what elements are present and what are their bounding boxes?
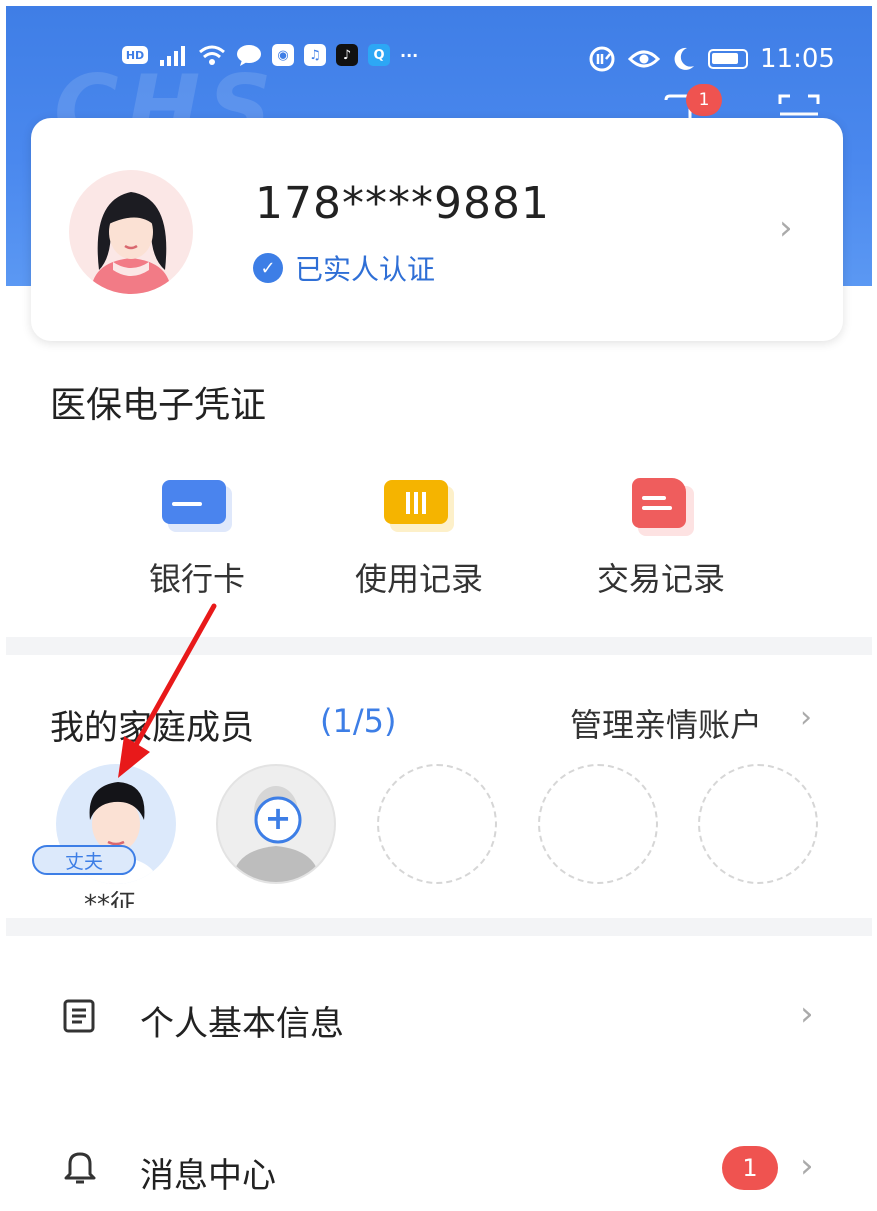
usage-record-icon <box>384 476 454 534</box>
row-chevron-icon: › <box>800 1146 814 1186</box>
menu-item-message-center[interactable]: 消息中心 1 › <box>0 1128 877 1208</box>
member-name: **征 <box>84 890 137 908</box>
status-time: 11:05 <box>760 44 835 74</box>
add-family-member-button[interactable]: + <box>216 764 336 884</box>
chat-bubble-icon <box>237 45 261 66</box>
transaction-record-icon <box>626 476 696 536</box>
verified-status: ✓ 已实人认证 <box>253 248 435 288</box>
empty-member-slot[interactable] <box>698 764 818 884</box>
relation-tag: 丈夫 <box>32 845 136 875</box>
battery-icon <box>708 49 748 69</box>
row-chevron-icon: › <box>800 994 814 1034</box>
service-label: 交易记录 <box>596 560 725 598</box>
service-label: 银行卡 <box>148 560 245 598</box>
phone-number: 178****9881 <box>255 178 550 229</box>
menu-item-label: 个人基本信息 <box>140 1004 344 1044</box>
voucher-section-title: 医保电子凭证 <box>50 385 267 426</box>
service-label: 使用记录 <box>354 560 483 598</box>
bank-card-icon <box>162 476 232 534</box>
manage-family-link[interactable]: 管理亲情账户 <box>570 700 762 746</box>
profile-chevron-icon: › <box>779 208 793 248</box>
plus-icon: + <box>264 799 292 837</box>
message-badge: 1 <box>686 84 722 116</box>
profile-card[interactable]: 178****9881 ✓ 已实人认证 › <box>31 118 843 341</box>
family-section-title: 我的家庭成员 <box>50 708 254 748</box>
message-count-badge: 1 <box>722 1146 778 1190</box>
empty-member-slot[interactable] <box>377 764 497 884</box>
tiktok-app-icon: ♪ <box>336 44 358 66</box>
manage-chevron-icon: › <box>800 700 812 735</box>
family-count: (1/5) <box>320 702 397 740</box>
service-usage-record[interactable]: 使用记录 <box>334 476 504 600</box>
empty-member-slot[interactable] <box>538 764 658 884</box>
menu-item-personal-info[interactable]: 个人基本信息 › <box>0 978 877 1058</box>
eye-icon <box>628 50 660 68</box>
music-app-icon: ♫ <box>304 44 326 66</box>
status-bar: HD ◉ ♫ ♪ Q ··· 11:05 <box>6 44 872 76</box>
data-usage-icon <box>589 46 615 72</box>
search-app-icon: Q <box>368 44 390 66</box>
service-bank-card[interactable]: 银行卡 <box>112 476 282 600</box>
service-transaction-record[interactable]: 交易记录 <box>576 476 746 600</box>
moon-icon <box>674 47 694 70</box>
wifi-icon <box>199 45 225 65</box>
document-icon <box>63 999 95 1033</box>
hd-icon: HD <box>122 46 148 64</box>
menu-item-label: 消息中心 <box>140 1156 276 1196</box>
verified-label: 已实人认证 <box>295 253 436 286</box>
signal-4g-icon <box>160 46 185 66</box>
more-dots-icon: ··· <box>400 45 419 65</box>
section-divider <box>6 637 872 655</box>
section-divider <box>6 918 872 936</box>
check-circle-icon: ✓ <box>253 253 283 283</box>
bell-icon <box>64 1152 96 1184</box>
bulb-app-icon: ◉ <box>272 44 294 66</box>
user-avatar <box>69 170 193 294</box>
